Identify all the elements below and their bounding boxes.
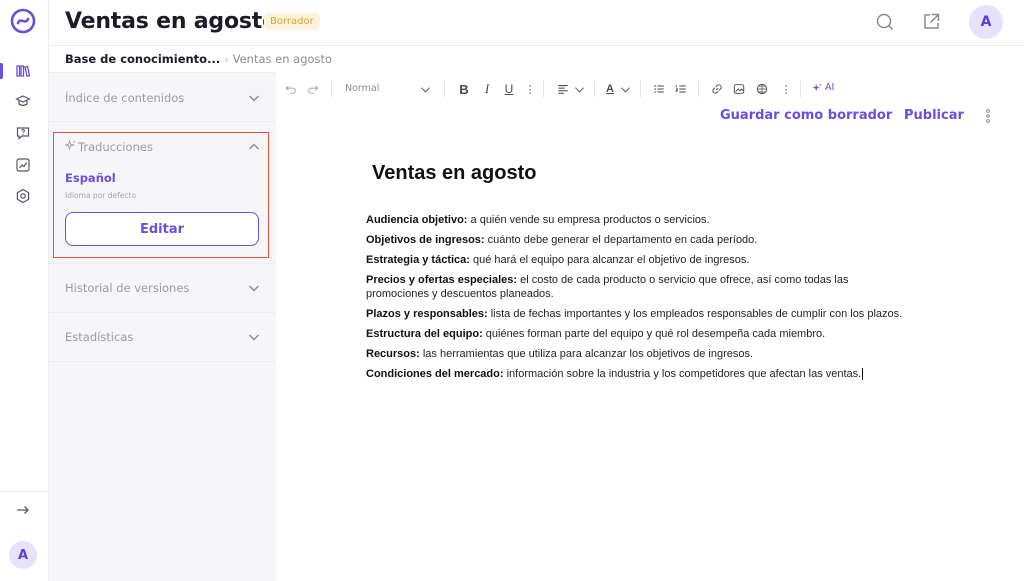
section-statistics[interactable]: Estadísticas	[49, 313, 276, 362]
default-language-note: Idioma por defecto	[65, 191, 137, 200]
breadcrumb-root-link[interactable]: Base de conocimiento...	[65, 52, 220, 66]
sparkle-icon	[65, 140, 76, 151]
rail-analytics-icon[interactable]	[12, 154, 34, 176]
list-item: Recursos: las herramientas que utiliza p…	[366, 347, 914, 361]
chevron-up-icon[interactable]	[248, 141, 260, 153]
list-item: Estrategia y táctica: qué hará el equipo…	[366, 253, 914, 267]
left-rail: A	[0, 0, 49, 581]
underline-icon[interactable]: U	[502, 81, 516, 97]
item-text: quiénes forman parte del equipo y qué ro…	[482, 328, 826, 340]
toolbar-separator	[594, 81, 595, 97]
bulleted-list-icon[interactable]	[652, 81, 666, 97]
list-item: Condiciones del mercado: información sob…	[366, 367, 914, 381]
sparkle-icon	[812, 82, 822, 91]
list-item: Audiencia objetivo: a quién vende su emp…	[366, 213, 914, 227]
text-caret	[862, 368, 864, 381]
rail-active-indicator	[0, 63, 3, 79]
app-logo-icon[interactable]	[10, 8, 36, 34]
item-text: a quién vende su empresa productos o ser…	[467, 214, 710, 226]
chevron-down-icon[interactable]	[248, 331, 260, 343]
status-badge: Borrador	[264, 13, 320, 30]
side-panel: Índice de contenidos Traducciones Españo…	[49, 72, 276, 581]
share-external-icon[interactable]	[921, 12, 941, 32]
top-header: Ventas en agosto Borrador A	[49, 0, 1024, 46]
toolbar-separator	[800, 81, 801, 97]
breadcrumb: Base de conocimiento... › Ventas en agos…	[65, 52, 332, 66]
list-item: Plazos y responsables: lista de fechas i…	[366, 307, 914, 321]
rail-knowledge-base-icon[interactable]	[12, 60, 34, 82]
item-text: las herramientas que utiliza para alcanz…	[419, 348, 754, 360]
text-style-select[interactable]: Normal	[345, 83, 379, 94]
list-item: Precios y ofertas especiales: el costo d…	[366, 273, 914, 301]
item-term: Recursos:	[366, 348, 420, 360]
toolbar-separator	[640, 81, 641, 97]
rail-graduation-cap-icon[interactable]	[12, 90, 34, 112]
rail-avatar[interactable]: A	[9, 541, 37, 569]
item-text: qué hará el equipo para alcanzar el obje…	[469, 254, 750, 266]
edit-translation-button[interactable]: Editar	[65, 212, 259, 246]
chevron-down-icon[interactable]	[619, 81, 631, 97]
page-title: Ventas en agosto	[65, 9, 277, 34]
chevron-down-icon[interactable]	[419, 81, 431, 97]
toolbar-separator	[698, 81, 699, 97]
section-toc-title: Índice de contenidos	[65, 91, 185, 105]
document-title[interactable]: Ventas en agosto	[372, 162, 537, 185]
list-item: Objetivos de ingresos: cuánto debe gener…	[366, 233, 914, 247]
rail-divider	[0, 491, 49, 492]
save-draft-button[interactable]: Guardar como borrador	[720, 108, 892, 123]
language-link[interactable]: Español	[65, 171, 116, 185]
undo-icon[interactable]	[284, 81, 298, 97]
section-toc[interactable]: Índice de contenidos	[49, 73, 276, 122]
breadcrumb-current: Ventas en agosto	[232, 52, 333, 66]
item-term: Plazos y responsables:	[366, 308, 488, 320]
item-term: Condiciones del mercado:	[366, 368, 504, 380]
user-avatar[interactable]: A	[969, 5, 1003, 39]
rail-settings-icon[interactable]	[12, 185, 34, 207]
more-format-icon[interactable]: ⋮	[525, 81, 536, 97]
numbered-list-icon[interactable]	[674, 81, 688, 97]
more-insert-icon[interactable]: ⋮	[781, 81, 792, 97]
breadcrumb-separator-icon: ›	[224, 52, 229, 66]
section-history-title: Historial de versiones	[65, 281, 190, 295]
item-term: Estrategia y táctica:	[366, 254, 470, 266]
image-icon[interactable]	[732, 81, 746, 97]
align-left-icon[interactable]	[556, 81, 570, 97]
chevron-down-icon[interactable]	[573, 81, 585, 97]
expand-arrow-icon[interactable]	[12, 499, 34, 521]
ai-assist-button[interactable]: AI	[812, 82, 834, 93]
rail-help-icon[interactable]	[12, 122, 34, 144]
item-text: información sobre la industria y los com…	[503, 368, 862, 380]
chevron-down-icon[interactable]	[248, 92, 260, 104]
item-term: Audiencia objetivo:	[366, 214, 468, 226]
italic-icon[interactable]: I	[480, 81, 494, 97]
chevron-down-icon[interactable]	[248, 282, 260, 294]
item-term: Objetivos de ingresos:	[366, 234, 485, 246]
item-text: cuánto debe generar el departamento en c…	[484, 234, 758, 246]
toolbar-separator	[331, 81, 332, 97]
ai-label: AI	[825, 82, 835, 93]
toolbar-separator	[444, 81, 445, 97]
item-term: Estructura del equipo:	[366, 328, 483, 340]
section-translations-title: Traducciones	[78, 140, 153, 154]
table-grid-icon[interactable]	[755, 81, 769, 97]
toolbar-separator	[543, 81, 544, 97]
item-term: Precios y ofertas especiales:	[366, 274, 518, 286]
publish-button[interactable]: Publicar	[904, 108, 964, 123]
document-body[interactable]: Audiencia objetivo: a quién vende su emp…	[366, 213, 914, 387]
editor-toolbar: Normal B I U ⋮ A ⋮ AI	[276, 73, 1024, 105]
search-icon[interactable]	[875, 12, 895, 32]
redo-icon[interactable]	[306, 81, 320, 97]
link-icon[interactable]	[710, 81, 724, 97]
section-version-history[interactable]: Historial de versiones	[49, 264, 276, 313]
text-color-icon[interactable]: A	[603, 81, 617, 97]
section-stats-title: Estadísticas	[65, 330, 134, 344]
list-item: Estructura del equipo: quiénes forman pa…	[366, 327, 914, 341]
item-text: lista de fechas importantes y los emplea…	[487, 308, 903, 320]
bold-icon[interactable]: B	[457, 81, 471, 97]
more-options-icon[interactable]	[984, 108, 992, 124]
